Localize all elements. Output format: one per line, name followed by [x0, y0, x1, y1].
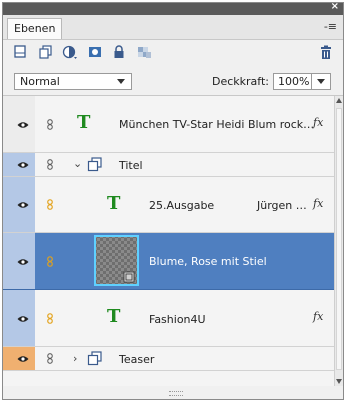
close-icon[interactable]: × [331, 3, 339, 13]
panel-footer [3, 386, 343, 399]
layer-row[interactable]: T 25.Ausgabe Jürgen … fx [3, 177, 334, 233]
link-icon[interactable] [47, 353, 53, 364]
panel-title-bar: × [3, 3, 343, 15]
layer-thumbnail[interactable] [94, 235, 139, 286]
text-layer-icon: T [77, 112, 91, 133]
text-layer-icon: T [107, 193, 121, 214]
chevron-down-icon [117, 79, 125, 84]
opacity-label: Deckkraft: [212, 75, 269, 88]
layer-name: Blume, Rose mit Stiel [149, 255, 267, 268]
fx-icon[interactable]: fx [313, 197, 323, 210]
layer-mask-icon[interactable] [87, 44, 103, 60]
link-icon[interactable] [47, 119, 53, 130]
fx-icon[interactable]: fx [313, 116, 323, 129]
scroll-down-icon[interactable] [336, 379, 342, 384]
opacity-divider [311, 74, 312, 89]
lock-icon[interactable] [111, 44, 127, 60]
layer-name: Titel [119, 159, 143, 172]
tab-ebenen[interactable]: Ebenen [7, 18, 63, 39]
adjustment-layer-icon[interactable] [62, 44, 78, 60]
blend-mode-value: Normal [20, 75, 60, 88]
visibility-eye-icon[interactable] [17, 161, 29, 169]
link-icon[interactable] [47, 199, 53, 210]
layer-row[interactable]: › Teaser [3, 347, 334, 371]
panel-menu-icon[interactable]: -≡ [324, 20, 337, 33]
fx-icon[interactable]: fx [313, 310, 323, 323]
layers-panel: × Ebenen -≡ Normal Deckkraft: 100% T Mün… [2, 2, 344, 400]
layer-name: Fashion4U [149, 313, 206, 326]
link-icon[interactable] [47, 313, 53, 324]
opacity-field[interactable]: 100% [273, 73, 331, 90]
group-folder-icon [87, 351, 102, 366]
opacity-value: 100% [278, 75, 310, 88]
visibility-eye-icon[interactable] [17, 315, 29, 323]
text-layer-icon: T [107, 306, 121, 327]
chevron-down-icon[interactable] [317, 79, 325, 84]
layer-list: T München TV-Star Heidi Blum rock… fx ⌄ … [3, 96, 334, 386]
new-layer-icon[interactable] [12, 44, 28, 60]
new-group-icon[interactable] [38, 44, 54, 60]
layer-options-row: Normal Deckkraft: 100% [3, 65, 343, 96]
link-icon[interactable] [47, 159, 53, 170]
lock-transparency-icon[interactable] [136, 44, 152, 60]
tab-row: Ebenen -≡ [3, 15, 343, 40]
layer-name-continued: Jürgen … [257, 199, 307, 212]
link-icon[interactable] [47, 256, 53, 267]
chevron-down-icon[interactable]: ⌄ [73, 157, 82, 170]
blend-mode-select[interactable]: Normal [14, 73, 132, 90]
layer-row[interactable]: T München TV-Star Heidi Blum rock… fx [3, 96, 334, 153]
scroll-thumb[interactable] [336, 108, 342, 370]
smart-object-icon [123, 271, 135, 283]
layer-toolbar [3, 40, 343, 64]
visibility-eye-icon[interactable] [17, 201, 29, 209]
layer-row[interactable]: ⌄ Titel [3, 153, 334, 177]
visibility-eye-icon[interactable] [17, 355, 29, 363]
scroll-up-icon[interactable] [336, 98, 342, 103]
layer-row-selected[interactable]: Blume, Rose mit Stiel [3, 233, 334, 290]
layer-name: München TV-Star Heidi Blum rock… [119, 118, 315, 131]
visibility-eye-icon[interactable] [17, 258, 29, 266]
layer-name: Teaser [119, 353, 155, 366]
resize-grip-icon[interactable] [169, 391, 183, 396]
layer-list-scrollbar[interactable] [334, 96, 343, 386]
chevron-right-icon[interactable]: › [73, 352, 77, 365]
layer-row[interactable]: T Fashion4U fx [3, 290, 334, 347]
group-folder-icon [87, 157, 102, 172]
layer-name: 25.Ausgabe [149, 199, 215, 212]
trash-icon[interactable] [318, 44, 334, 60]
visibility-eye-icon[interactable] [17, 121, 29, 129]
